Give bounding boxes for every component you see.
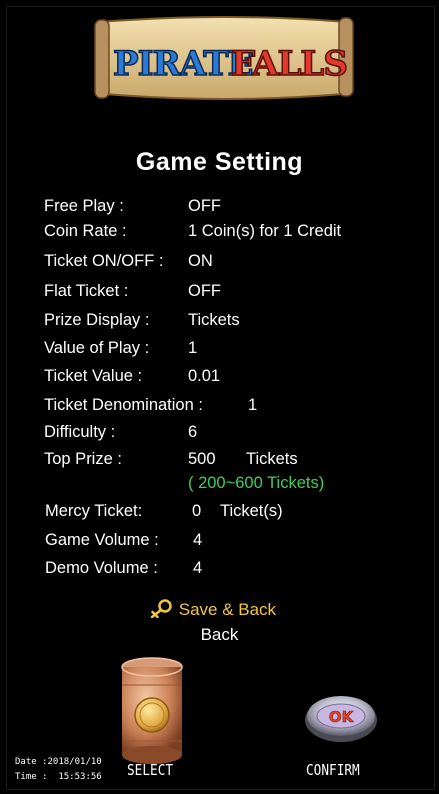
save-and-back-label: Save & Back <box>178 600 277 619</box>
setting-value: 4 <box>193 559 203 577</box>
setting-value: Tickets <box>188 311 240 329</box>
setting-label: Ticket ON/OFF : <box>44 252 164 270</box>
setting-value: 1 Coin(s) for 1 Credit <box>188 222 342 240</box>
top-prize-range: ( 200~600 Tickets) <box>188 474 325 492</box>
setting-label: Free Play : <box>44 197 124 215</box>
setting-unit: Ticket(s) <box>220 502 283 520</box>
select-label: SELECT <box>127 761 174 779</box>
time-readout: Time : 15:53:56 <box>15 772 102 782</box>
coin-button-icon <box>121 657 183 764</box>
setting-label: Value of Play : <box>44 339 150 357</box>
setting-unit: Tickets <box>246 450 298 468</box>
ok-button-icon: OK <box>305 696 377 742</box>
setting-value: 0.01 <box>188 367 221 385</box>
back-label: Back <box>200 625 239 644</box>
setting-label: Flat Ticket : <box>44 282 129 300</box>
setting-value: 1 <box>188 339 198 357</box>
setting-label: Game Volume : <box>45 531 159 549</box>
setting-value: 4 <box>193 531 203 549</box>
logo-text-falls: FALLS <box>230 43 348 85</box>
setting-label: Difficulty : <box>44 423 116 441</box>
setting-value: 6 <box>188 423 198 441</box>
setting-value: OFF <box>188 282 221 300</box>
setting-value: 500 <box>188 450 216 468</box>
setting-label: Demo Volume : <box>45 559 158 577</box>
setting-value: 0 <box>192 502 202 520</box>
select-button[interactable] <box>114 655 190 775</box>
setting-label: Top Prize : <box>44 450 122 468</box>
setting-value: 1 <box>248 396 258 414</box>
date-readout: Date :2018/01/10 <box>15 757 102 767</box>
setting-value: ON <box>188 252 213 270</box>
setting-label: Mercy Ticket: <box>45 502 143 520</box>
confirm-button[interactable]: OK <box>303 693 379 743</box>
setting-value: OFF <box>188 197 221 215</box>
setting-label: Ticket Denomination : <box>44 396 203 414</box>
ok-badge: OK <box>329 708 355 726</box>
page-title: Game Setting <box>135 148 304 176</box>
setting-label: Coin Rate : <box>44 222 127 240</box>
key-icon <box>150 599 172 618</box>
confirm-label: CONFIRM <box>306 761 360 779</box>
save-and-back-option[interactable]: Save & Back <box>148 598 276 620</box>
setting-label: Prize Display : <box>44 311 150 329</box>
back-option[interactable]: Back <box>0 625 439 645</box>
setting-label: Ticket Value : <box>44 367 143 385</box>
game-logo: PIRATE FALLS <box>93 12 355 104</box>
